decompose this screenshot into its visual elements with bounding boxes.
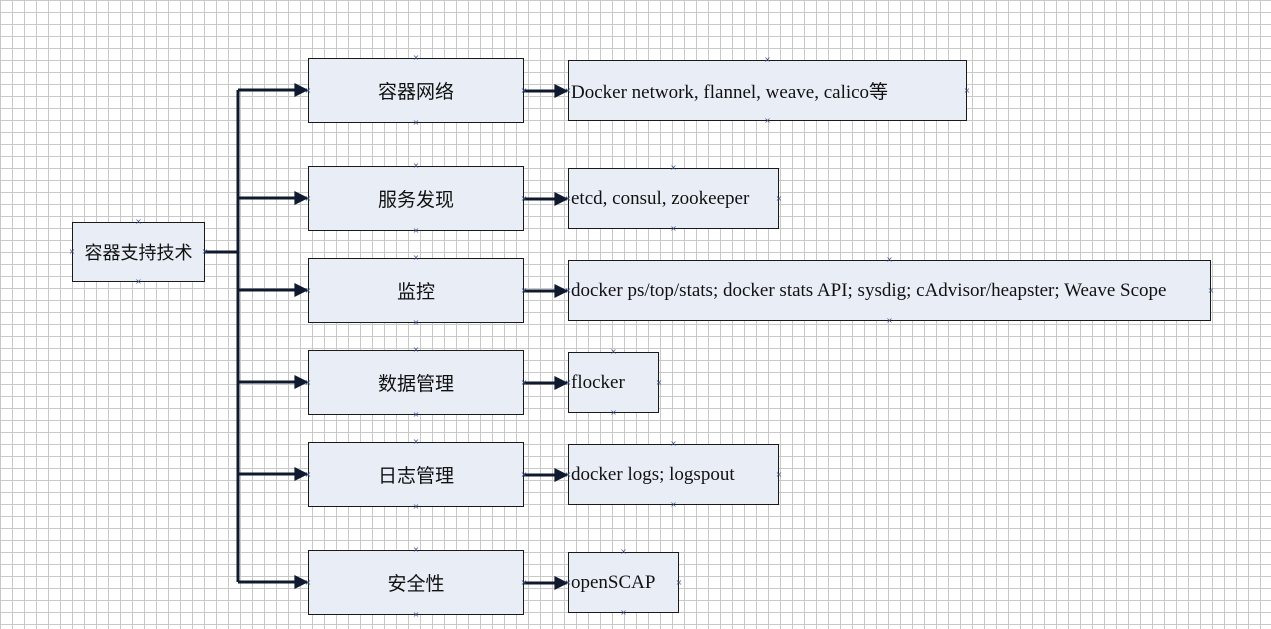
root-node[interactable]: 容器支持技术: [72, 222, 205, 282]
root-node-label: 容器支持技术: [84, 243, 193, 263]
category-node-discovery[interactable]: 服务发现: [308, 166, 524, 231]
category-label: 安全性: [387, 574, 445, 595]
tools-label: docker logs; logspout: [571, 463, 735, 485]
tools-label: docker ps/top/stats; docker stats API; s…: [571, 279, 1167, 301]
tools-node-logging[interactable]: docker logs; logspout: [568, 444, 779, 505]
category-node-data[interactable]: 数据管理: [308, 350, 524, 415]
category-label: 日志管理: [377, 466, 454, 487]
tools-label: etcd, consul, zookeeper: [571, 187, 750, 209]
tools-label: openSCAP: [571, 571, 656, 593]
category-node-monitoring[interactable]: 监控: [308, 258, 524, 323]
tools-node-security[interactable]: openSCAP: [568, 552, 679, 613]
tools-label: flocker: [571, 371, 625, 393]
category-label: 容器网络: [377, 82, 454, 103]
tools-node-data[interactable]: flocker: [568, 352, 659, 413]
category-label: 监控: [396, 282, 435, 303]
category-label: 服务发现: [377, 190, 454, 211]
category-label: 数据管理: [377, 374, 454, 395]
tools-node-monitoring[interactable]: docker ps/top/stats; docker stats API; s…: [568, 260, 1211, 321]
category-node-network[interactable]: 容器网络: [308, 58, 524, 123]
category-node-security[interactable]: 安全性: [308, 550, 524, 615]
tools-label: Docker network, flannel, weave, calico等: [571, 82, 889, 103]
tools-node-discovery[interactable]: etcd, consul, zookeeper: [568, 168, 779, 229]
tools-node-network[interactable]: Docker network, flannel, weave, calico等: [568, 60, 967, 121]
diagram-canvas: 容器支持技术 容器网络 服务发现 监控 数据管理 日志管理 安全性 Docker…: [0, 0, 1271, 629]
category-node-logging[interactable]: 日志管理: [308, 442, 524, 507]
